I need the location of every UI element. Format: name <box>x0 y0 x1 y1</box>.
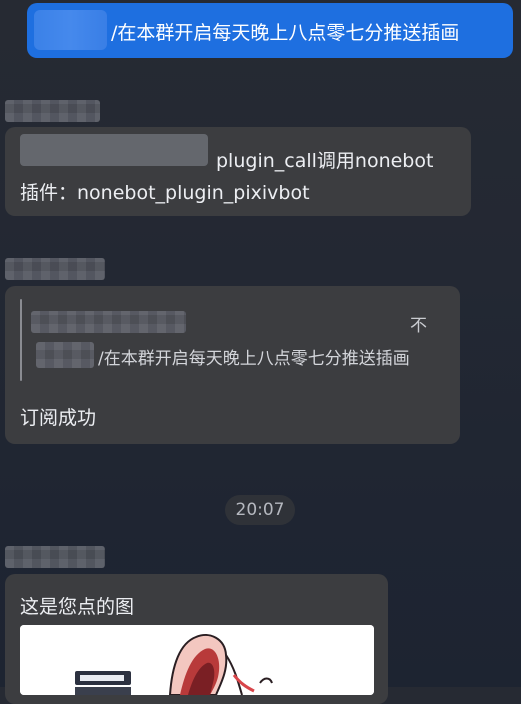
sender-name-redacted <box>5 100 100 122</box>
anime-illustration-icon <box>20 625 374 695</box>
sender-name-redacted <box>5 546 105 568</box>
redacted-mention <box>20 134 208 166</box>
bot-message-3-text: 这是您点的图 <box>20 596 135 618</box>
sender-name-redacted <box>5 258 105 280</box>
quote-text: /在本群开启每天晚上八点零七分推送插画 <box>98 349 410 369</box>
bot-message-2-text: 订阅成功 <box>20 407 97 429</box>
self-message-text: /在本群开启每天晚上八点零七分推送插画 <box>111 22 460 44</box>
redacted-mention <box>34 10 107 50</box>
quote-mention-redacted <box>36 342 94 368</box>
quote-bar <box>20 299 22 381</box>
bot-message-1-line1: plugin_call调用nonebot <box>216 150 434 172</box>
timestamp-pill: 20:07 <box>225 495 295 525</box>
illustration-image[interactable] <box>20 625 374 695</box>
quote-sender-redacted <box>31 311 186 333</box>
bot-message-1-line2: 插件：nonebot_plugin_pixivbot <box>20 182 310 204</box>
quote-action-text[interactable]: 不 <box>410 311 427 336</box>
